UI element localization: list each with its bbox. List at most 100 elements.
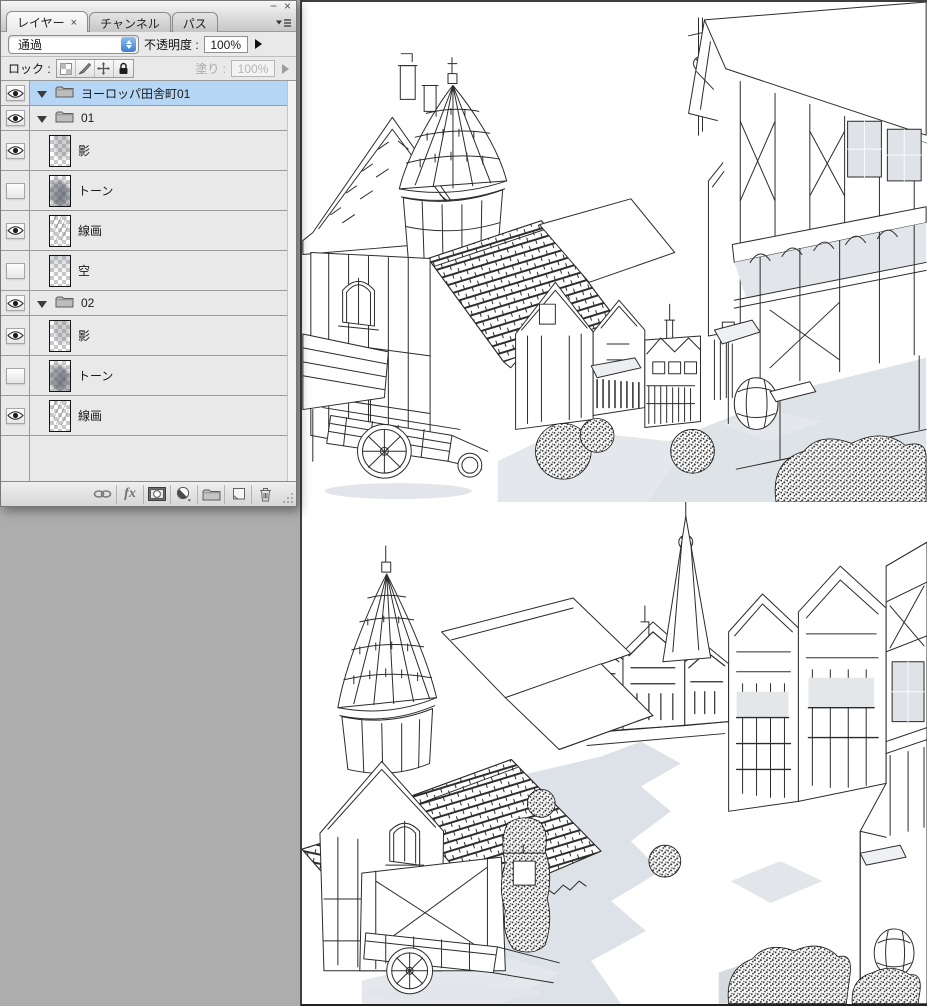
eye-visible-box[interactable] <box>5 295 25 311</box>
link-layers-button[interactable] <box>89 485 116 504</box>
eye-visible-box[interactable] <box>5 407 25 424</box>
tab-paths[interactable]: パス <box>171 12 218 32</box>
layer-row[interactable]: トーン <box>1 356 296 396</box>
layer-row[interactable]: 線画 <box>1 211 296 251</box>
eye-visible-box[interactable] <box>5 142 25 159</box>
layer-style-button[interactable]: fx <box>116 484 143 504</box>
checkerboard-icon <box>59 62 72 75</box>
panel-minimize-button[interactable]: − <box>270 0 277 12</box>
lock-pixels-button[interactable] <box>76 60 95 77</box>
layer-thumbnail[interactable] <box>49 254 71 287</box>
layer-name: 線画 <box>78 224 103 238</box>
eye-icon <box>6 298 24 308</box>
eye-icon <box>6 113 24 123</box>
visibility-toggle[interactable] <box>1 211 30 250</box>
layer-name: ヨーロッパ田舎町01 <box>81 86 191 101</box>
eye-visible-box[interactable] <box>5 85 25 101</box>
layer-name: 空 <box>78 264 91 278</box>
visibility-toggle[interactable] <box>1 251 30 290</box>
folder-icon <box>202 489 220 500</box>
eye-visible-box[interactable] <box>5 222 25 239</box>
layer-row[interactable]: 線画 <box>1 396 296 436</box>
layer-thumbnail[interactable] <box>49 359 71 392</box>
layer-row-content[interactable]: ヨーロッパ田舎町01 <box>30 81 296 105</box>
visibility-toggle[interactable] <box>1 396 30 435</box>
layer-row[interactable]: トーン <box>1 171 296 211</box>
visibility-toggle[interactable] <box>1 356 30 395</box>
visibility-toggle[interactable] <box>1 81 30 105</box>
tab-channels[interactable]: チャンネル <box>89 12 171 32</box>
opacity-slider-arrow[interactable] <box>254 39 262 49</box>
layer-group-row[interactable]: ヨーロッパ田舎町01 <box>1 81 296 106</box>
layer-row[interactable]: 影 <box>1 131 296 171</box>
eye-visible-box[interactable] <box>5 327 25 344</box>
eye-hidden-box[interactable] <box>5 367 25 384</box>
panel-resize-grip[interactable] <box>278 485 294 504</box>
visibility-toggle[interactable] <box>1 106 30 130</box>
layer-row-content[interactable]: 線画 <box>30 211 296 250</box>
layer-group-row[interactable]: 01 <box>1 106 296 131</box>
trash-icon <box>259 487 271 501</box>
tab-paths-label: パス <box>182 16 207 31</box>
layer-row-content[interactable]: トーン <box>30 171 296 210</box>
layer-thumbnail[interactable] <box>49 214 71 247</box>
disclosure-triangle-icon[interactable] <box>37 301 47 308</box>
blend-mode-select[interactable]: 通過 <box>8 34 139 54</box>
layer-thumbnail[interactable] <box>49 319 71 352</box>
delete-layer-button[interactable] <box>251 484 278 504</box>
visibility-toggle[interactable] <box>1 316 30 355</box>
folder-icon <box>55 296 74 308</box>
add-layer-mask-button[interactable] <box>143 484 170 504</box>
layer-row[interactable]: 影 <box>1 316 296 356</box>
thumbnail-art <box>50 215 70 246</box>
layer-row-content[interactable]: トーン <box>30 356 296 395</box>
blend-options-row: 通過 不透明度 : 100% <box>1 32 296 57</box>
brush-icon <box>78 62 92 75</box>
layer-row-content[interactable]: 01 <box>30 106 296 130</box>
lock-button-group <box>55 59 134 78</box>
visibility-toggle[interactable] <box>1 291 30 315</box>
tab-channels-label: チャンネル <box>100 16 160 31</box>
panel-menu-icon <box>275 18 291 27</box>
layer-row[interactable]: 空 <box>1 251 296 291</box>
lock-position-button[interactable] <box>95 60 114 77</box>
layers-list: ヨーロッパ田舎町01 01 影トーン 線画空 02 影トーン 線画 <box>1 81 296 481</box>
eye-hidden-box[interactable] <box>5 182 25 199</box>
adjustment-layer-button[interactable] <box>170 484 197 504</box>
layer-name: トーン <box>78 369 114 383</box>
layer-row-content[interactable]: 影 <box>30 316 296 355</box>
group-folder-icon <box>55 295 74 311</box>
panel-bottom-toolbar: fx <box>1 481 296 506</box>
panel-menu-button[interactable] <box>273 16 293 29</box>
new-layer-button[interactable] <box>224 484 251 504</box>
layer-thumbnail[interactable] <box>49 399 71 432</box>
lock-options-row: ロック : 塗り : 100% <box>1 57 296 81</box>
layer-row-content[interactable]: 空 <box>30 251 296 290</box>
layer-group-row[interactable]: 02 <box>1 291 296 316</box>
thumbnail-art <box>50 320 70 351</box>
new-group-button[interactable] <box>197 484 224 504</box>
layer-name: 線画 <box>78 409 103 423</box>
layer-row-content[interactable]: 影 <box>30 131 296 170</box>
disclosure-triangle-icon[interactable] <box>37 116 47 123</box>
chain-icon <box>93 490 112 498</box>
scrollbar-track[interactable] <box>287 81 296 481</box>
layer-row-content[interactable]: 02 <box>30 291 296 315</box>
visibility-toggle[interactable] <box>1 131 30 170</box>
disclosure-triangle-icon[interactable] <box>37 91 47 98</box>
visibility-toggle[interactable] <box>1 171 30 210</box>
eye-visible-box[interactable] <box>5 110 25 126</box>
layer-thumbnail[interactable] <box>49 134 71 167</box>
move-icon <box>97 62 111 75</box>
layer-row-content[interactable]: 線画 <box>30 396 296 435</box>
lock-all-button[interactable] <box>114 60 133 77</box>
lock-transparency-button[interactable] <box>57 60 76 77</box>
layer-name: 影 <box>78 144 91 158</box>
layer-thumbnail[interactable] <box>49 174 71 207</box>
tab-layers[interactable]: レイヤー × <box>6 11 89 32</box>
tab-close-icon[interactable]: × <box>71 17 77 29</box>
opacity-field[interactable]: 100% <box>203 35 248 53</box>
panel-close-button[interactable]: × <box>284 0 291 12</box>
eye-hidden-box[interactable] <box>5 262 25 279</box>
padlock-icon <box>119 62 128 74</box>
